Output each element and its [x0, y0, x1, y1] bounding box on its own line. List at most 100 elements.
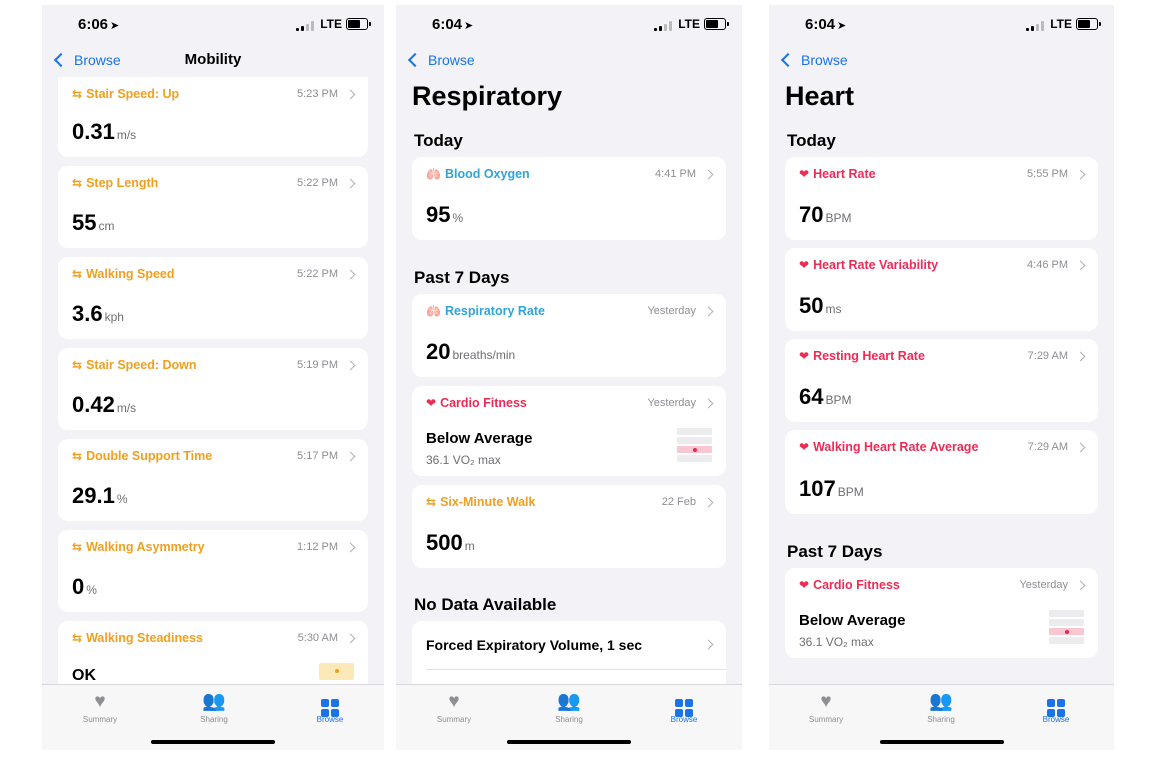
metric-card-heart-rate-variability[interactable]: ❤ Heart Rate Variability 4:46 PM 50 ms: [785, 248, 1098, 331]
back-button[interactable]: Browse: [779, 52, 848, 68]
heart-icon: ❤: [799, 258, 810, 272]
status-time: 6:04 ➤: [432, 16, 474, 33]
tab-summary[interactable]: ♥ Summary: [424, 691, 484, 724]
grid-icon: [654, 691, 714, 717]
status-time: 6:06 ➤: [78, 16, 120, 33]
signal-icon: [654, 21, 672, 31]
chevron-right-icon: [1075, 580, 1086, 590]
metric-card-stair-speed-up[interactable]: ⇆ Stair Speed: Up 5:23 PM 0.31 m/s: [58, 77, 368, 157]
chevron-right-icon: [345, 451, 356, 461]
heart-icon: ♥: [820, 691, 832, 712]
location-icon: ➤: [837, 20, 847, 32]
chevron-right-icon: [345, 360, 356, 370]
chevron-left-icon: [780, 52, 796, 68]
section-today: Today: [414, 131, 463, 150]
tab-summary[interactable]: ♥ Summary: [70, 691, 130, 724]
chevron-right-icon: [1075, 442, 1086, 452]
section-no-data: No Data Available: [414, 595, 557, 614]
chevron-right-icon: [703, 398, 714, 408]
heart-screen: 6:04 ➤ LTE Browse Heart Today ❤ Heart Rate…: [769, 5, 1114, 750]
battery-icon: [346, 18, 371, 30]
metric-card-cardio-fitness[interactable]: ❤ Cardio Fitness Yesterday Below Average …: [785, 568, 1098, 658]
location-icon: ➤: [110, 20, 120, 32]
lungs-icon: 🫁: [426, 304, 441, 318]
heart-icon: ❤: [799, 167, 810, 181]
section-past-7-days: Past 7 Days: [787, 542, 883, 561]
home-indicator: [151, 740, 275, 744]
chevron-right-icon: [345, 89, 356, 99]
heart-icon: ❤: [426, 396, 437, 410]
arrows-icon: ⇆: [72, 176, 83, 190]
home-indicator: [879, 740, 1004, 744]
network-label: LTE: [1050, 17, 1072, 31]
signal-icon: [296, 21, 314, 31]
back-button[interactable]: Browse: [406, 52, 475, 68]
arrows-icon: ⇆: [72, 87, 83, 101]
heart-icon: ❤: [799, 349, 810, 363]
mobility-screen: 6:06 ➤ LTE Mobility Browse ⇆ Stair Speed: …: [42, 5, 384, 750]
section-past-7-days: Past 7 Days: [414, 268, 510, 287]
chevron-right-icon: [703, 306, 714, 316]
heart-icon: ♥: [94, 691, 106, 712]
tab-sharing[interactable]: 👥 Sharing: [911, 691, 971, 724]
tab-summary[interactable]: ♥ Summary: [796, 691, 856, 724]
heart-icon: ❤: [799, 440, 810, 454]
metric-card-cardio-fitness[interactable]: ❤ Cardio Fitness Yesterday Below Average …: [412, 386, 726, 476]
tab-sharing[interactable]: 👥 Sharing: [184, 691, 244, 724]
arrows-icon: ⇆: [72, 449, 83, 463]
metric-card-resting-heart-rate[interactable]: ❤ Resting Heart Rate 7:29 AM 64 BPM: [785, 339, 1098, 422]
tab-bar: ♥ Summary 👥 Sharing Browse: [769, 684, 1114, 750]
signal-icon: [1026, 21, 1044, 31]
metric-card-blood-oxygen[interactable]: 🫁 Blood Oxygen 4:41 PM 95%: [412, 157, 726, 240]
metric-card-walking-speed[interactable]: ⇆ Walking Speed 5:22 PM 3.6 kph: [58, 257, 368, 339]
arrows-icon: ⇆: [72, 540, 83, 554]
chevron-right-icon: [703, 639, 714, 650]
chevron-right-icon: [703, 497, 714, 507]
people-icon: 👥: [557, 691, 581, 712]
chevron-left-icon: [407, 52, 423, 68]
lungs-icon: 🫁: [426, 167, 441, 181]
tab-bar: ♥ Summary 👥 Sharing Browse: [42, 684, 384, 750]
chevron-right-icon: [1075, 260, 1086, 270]
tab-sharing[interactable]: 👥 Sharing: [539, 691, 599, 724]
arrows-icon: ⇆: [72, 631, 83, 645]
tab-browse[interactable]: Browse: [300, 691, 360, 724]
chevron-right-icon: [345, 178, 356, 188]
metric-card-heart-rate[interactable]: ❤ Heart Rate 5:55 PM 70 BPM: [785, 157, 1098, 240]
metric-card-walking-asymmetry[interactable]: ⇆ Walking Asymmetry 1:12 PM 0%: [58, 530, 368, 612]
section-today: Today: [787, 131, 836, 150]
battery-icon: [1076, 18, 1101, 30]
tab-bar: ♥ Summary 👥 Sharing Browse: [396, 684, 742, 750]
metric-card-six-minute-walk[interactable]: ⇆ Six-Minute Walk 22 Feb 500 m: [412, 485, 726, 568]
arrows-icon: ⇆: [72, 358, 83, 372]
heart-icon: ♥: [448, 691, 460, 712]
status-bar: 6:06 ➤ LTE: [42, 5, 384, 45]
chevron-right-icon: [345, 633, 356, 643]
chevron-right-icon: [345, 269, 356, 279]
chevron-left-icon: [53, 52, 69, 68]
people-icon: 👥: [202, 691, 226, 712]
back-button[interactable]: Browse: [52, 52, 121, 68]
metric-card-walking-heart-rate-average[interactable]: ❤ Walking Heart Rate Average 7:29 AM 107 B…: [785, 430, 1098, 514]
grid-icon: [1026, 691, 1086, 717]
cardio-level-chart-icon: [1049, 610, 1084, 644]
respiratory-screen: 6:04 ➤ LTE Browse Respiratory Today 🫁 Bloo…: [396, 5, 742, 750]
metric-card-step-length[interactable]: ⇆ Step Length 5:22 PM 55 cm: [58, 166, 368, 248]
nav-bar: Browse: [769, 45, 1114, 77]
tab-browse[interactable]: Browse: [654, 691, 714, 724]
cardio-level-chart-icon: [677, 428, 712, 462]
arrows-icon: ⇆: [72, 267, 83, 281]
tab-browse[interactable]: Browse: [1026, 691, 1086, 724]
status-time: 6:04 ➤: [805, 16, 847, 33]
metric-card-respiratory-rate[interactable]: 🫁 Respiratory Rate Yesterday 20 breaths/mi…: [412, 294, 726, 377]
people-icon: 👥: [929, 691, 953, 712]
steadiness-chart-icon: [319, 663, 354, 680]
nav-bar: Mobility Browse: [42, 45, 384, 77]
arrows-icon: ⇆: [426, 495, 437, 509]
divider: [426, 669, 726, 670]
status-bar: 6:04 ➤ LTE: [396, 5, 742, 45]
location-icon: ➤: [464, 20, 474, 32]
nav-bar: Browse: [396, 45, 742, 77]
metric-card-stair-speed-down[interactable]: ⇆ Stair Speed: Down 5:19 PM 0.42 m/s: [58, 348, 368, 430]
metric-card-double-support-time[interactable]: ⇆ Double Support Time 5:17 PM 29.1%: [58, 439, 368, 521]
